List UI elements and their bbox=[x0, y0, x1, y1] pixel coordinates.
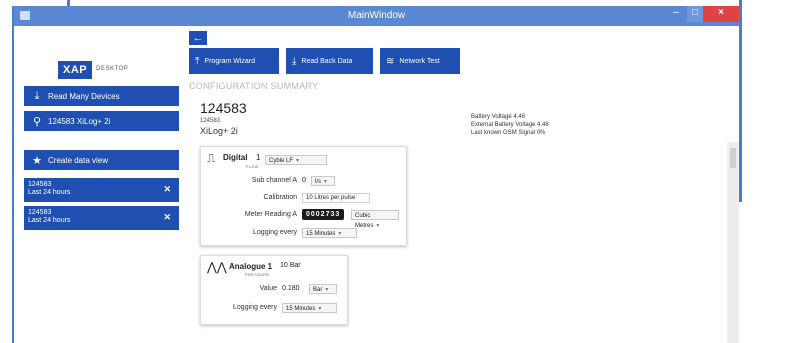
logging-label: Logging every bbox=[253, 229, 297, 236]
logging-interval-value: 15 Minutes bbox=[306, 231, 336, 237]
back-arrow-icon[interactable]: ← bbox=[189, 31, 207, 45]
main-content: ← ⤒ Program Wizard ⤓ Read Back Data ≋ Ne… bbox=[186, 26, 739, 343]
device-status: Battery Voltage 4.46 External Battery Vo… bbox=[471, 113, 549, 137]
meter-unit-value: Cubic Metres bbox=[355, 213, 374, 229]
program-wizard-button[interactable]: ⤒ Program Wizard bbox=[189, 48, 279, 74]
window-title: MainWindow bbox=[347, 10, 406, 21]
sensor-select[interactable]: Cyble LF ▾ bbox=[265, 155, 327, 165]
analogue-value: 0.180 bbox=[282, 285, 300, 292]
external-battery-voltage: External Battery Voltage 4.48 bbox=[471, 122, 549, 128]
pulse-signal-icon: ⎍ bbox=[207, 151, 216, 165]
chevron-down-icon: ▾ bbox=[324, 179, 328, 185]
meter-unit-select[interactable]: Cubic Metres ▾ bbox=[351, 210, 399, 229]
star-icon: ★ bbox=[32, 154, 42, 167]
chevron-down-icon: ▾ bbox=[325, 287, 329, 293]
sub-channel-unit-select[interactable]: l/s ▾ bbox=[311, 176, 335, 186]
analogue-unit-select[interactable]: Bar ▾ bbox=[309, 284, 337, 294]
sub-channel-unit-value: l/s bbox=[315, 179, 321, 185]
download-icon: ⤓ bbox=[34, 89, 40, 102]
device-serial-small: 124583 bbox=[200, 118, 221, 124]
read-back-data-button[interactable]: ⤓ Read Back Data bbox=[286, 48, 373, 74]
sensor-select-value: Cyble LF bbox=[269, 158, 294, 164]
read-many-devices-button[interactable]: ⤓ Read Many Devices bbox=[24, 86, 179, 106]
logging-interval-value: 15 Minutes bbox=[286, 306, 316, 312]
app-logo: XAP DESKTOP bbox=[58, 60, 128, 79]
device-label: 124583 XiLog+ 2i bbox=[48, 116, 111, 126]
network-test-label: Network Test bbox=[399, 57, 440, 65]
logging-interval-select[interactable]: 15 Minutes ▾ bbox=[302, 228, 357, 238]
channel-range: 10 Bar bbox=[280, 262, 301, 269]
calibration-label: Calibration bbox=[263, 194, 297, 201]
data-view-item[interactable]: 124583 Last 24 hours ✕ bbox=[24, 178, 179, 202]
analogue-wave-icon: ⋀⋀ bbox=[207, 260, 227, 274]
value-label: Value bbox=[259, 285, 277, 292]
data-view-item[interactable]: 124583 Last 24 hours ✕ bbox=[24, 206, 179, 230]
data-view-period: Last 24 hours bbox=[28, 189, 71, 196]
device-model: XiLog+ 2i bbox=[200, 126, 238, 136]
sub-channel-value: 0 bbox=[302, 177, 306, 184]
channel-name: Analogue 1 bbox=[229, 262, 273, 271]
network-test-button[interactable]: ≋ Network Test bbox=[380, 48, 460, 74]
digital-channel-panel: ⎍ Digital 1 FLOW Cyble LF ▾ Sub channel A… bbox=[200, 146, 407, 246]
data-view-serial: 124583 bbox=[28, 181, 52, 188]
read-back-data-label: Read Back Data bbox=[301, 57, 353, 65]
search-icon: ⚲ bbox=[32, 115, 42, 128]
data-view-period: Last 24 hours bbox=[28, 217, 71, 224]
battery-voltage: Battery Voltage 4.46 bbox=[471, 114, 526, 120]
scrollbar-thumb[interactable] bbox=[730, 148, 736, 168]
upload-icon: ⤒ bbox=[195, 55, 200, 67]
calibration-field[interactable]: 10 Litres per pulse bbox=[302, 193, 370, 203]
channel-type: PRESSURE bbox=[245, 272, 270, 277]
logging-interval-select[interactable]: 15 Minutes ▾ bbox=[282, 303, 337, 313]
program-wizard-label: Program Wizard bbox=[204, 57, 255, 65]
minimize-button[interactable]: – bbox=[665, 6, 687, 22]
chevron-down-icon: ▾ bbox=[338, 231, 342, 237]
title-bar[interactable]: MainWindow – □ × bbox=[14, 6, 739, 26]
vertical-scrollbar[interactable] bbox=[727, 142, 739, 343]
remove-view-icon[interactable]: ✕ bbox=[163, 185, 171, 194]
sub-channel-label: Sub channel A bbox=[251, 177, 297, 184]
create-data-view-label: Create data view bbox=[48, 155, 109, 165]
close-button[interactable]: × bbox=[703, 6, 739, 22]
remove-view-icon[interactable]: ✕ bbox=[163, 213, 171, 222]
channel-number: 1 bbox=[256, 153, 261, 162]
chevron-down-icon: ▾ bbox=[376, 223, 380, 229]
gsm-signal: Last known GSM Signal 0% bbox=[471, 130, 546, 136]
download-icon: ⤓ bbox=[292, 55, 297, 67]
analogue-channel-panel: ⋀⋀ Analogue 1 10 Bar PRESSURE Value 0.18… bbox=[200, 255, 348, 325]
sidebar: XAP DESKTOP ⤓ Read Many Devices ⚲ 124583 … bbox=[14, 26, 184, 343]
logo-subtitle: DESKTOP bbox=[96, 65, 129, 72]
device-search-button[interactable]: ⚲ 124583 XiLog+ 2i bbox=[24, 111, 179, 131]
device-serial: 124583 bbox=[200, 100, 247, 116]
logging-label: Logging every bbox=[233, 304, 277, 311]
logo-mark: XAP bbox=[58, 61, 93, 79]
channel-type: FLOW bbox=[246, 164, 259, 169]
read-many-devices-label: Read Many Devices bbox=[48, 91, 120, 101]
section-title: CONFIGURATION SUMMARY bbox=[189, 81, 319, 91]
channel-name: Digital bbox=[223, 153, 248, 162]
create-data-view-button[interactable]: ★ Create data view bbox=[24, 150, 179, 170]
main-window: MainWindow – □ × XAP DESKTOP ⤓ Read Many … bbox=[12, 6, 739, 343]
wifi-icon: ≋ bbox=[386, 55, 395, 67]
chevron-down-icon: ▾ bbox=[296, 158, 300, 164]
analogue-unit-value: Bar bbox=[313, 287, 323, 293]
maximize-button[interactable]: □ bbox=[687, 6, 703, 22]
chevron-down-icon: ▾ bbox=[318, 306, 322, 312]
meter-reading-label: Meter Reading A bbox=[244, 211, 297, 218]
data-view-serial: 124583 bbox=[28, 209, 52, 216]
meter-reading-display: 0002733 bbox=[302, 209, 345, 220]
